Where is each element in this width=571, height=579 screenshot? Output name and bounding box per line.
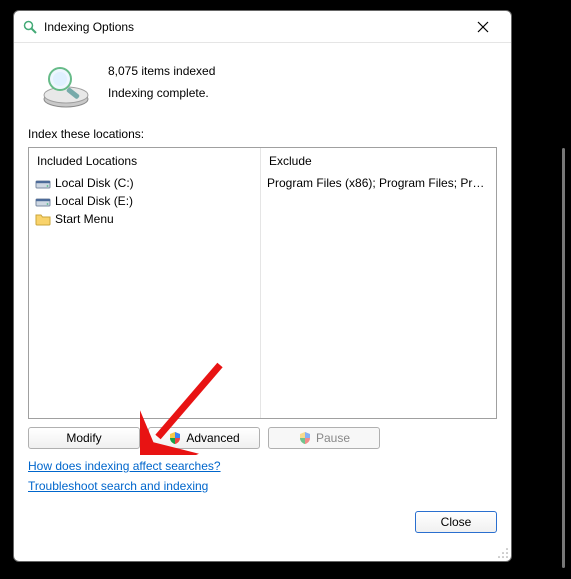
exclude-header: Exclude	[261, 148, 496, 174]
status-text: 8,075 items indexed Indexing complete.	[108, 59, 215, 104]
list-item[interactable]: Local Disk (C:)	[35, 174, 254, 192]
advanced-button-label: Advanced	[186, 431, 239, 445]
exclude-column: Exclude Program Files (x86); Program Fil…	[261, 148, 496, 418]
advanced-button[interactable]: Advanced	[148, 427, 260, 449]
included-column: Included Locations Local Disk (C:) Local …	[29, 148, 261, 418]
indexing-options-window: Indexing Options 8,075 items indexed	[13, 10, 512, 562]
footer: Close	[28, 511, 497, 533]
modify-button[interactable]: Modify	[28, 427, 140, 449]
titlebar: Indexing Options	[14, 11, 511, 43]
folder-icon	[35, 211, 51, 227]
how-indexing-link[interactable]: How does indexing affect searches?	[28, 459, 221, 473]
resize-grip-icon[interactable]	[497, 547, 509, 559]
close-icon[interactable]	[463, 13, 503, 41]
list-item-label: Program Files (x86); Program Files; Prog…	[267, 176, 487, 190]
disk-icon	[35, 175, 51, 191]
troubleshoot-link[interactable]: Troubleshoot search and indexing	[28, 479, 208, 493]
list-item[interactable]: Start Menu	[35, 210, 254, 228]
close-button-label: Close	[441, 515, 472, 529]
content-area: 8,075 items indexed Indexing complete. I…	[14, 43, 511, 561]
pause-button-label: Pause	[316, 431, 350, 445]
buttons-row: Modify Advanced	[28, 427, 497, 449]
shield-icon	[298, 431, 312, 445]
list-item[interactable]	[267, 210, 490, 228]
status-row: 8,075 items indexed Indexing complete.	[28, 53, 497, 121]
pause-button: Pause	[268, 427, 380, 449]
window-title: Indexing Options	[44, 20, 463, 34]
index-locations-label: Index these locations:	[28, 127, 497, 141]
modify-button-label: Modify	[66, 431, 101, 445]
shield-icon	[168, 431, 182, 445]
magnifier-disk-icon	[38, 61, 94, 109]
search-indexing-icon	[22, 19, 38, 35]
list-item[interactable]	[267, 192, 490, 210]
included-header: Included Locations	[29, 148, 260, 174]
list-item[interactable]: Local Disk (E:)	[35, 192, 254, 210]
help-links: How does indexing affect searches? Troub…	[28, 459, 497, 493]
items-indexed-count: 8,075 items indexed	[108, 61, 215, 83]
list-item-label: Start Menu	[55, 212, 114, 226]
list-item[interactable]: Program Files (x86); Program Files; Prog…	[267, 174, 490, 192]
disk-icon	[35, 193, 51, 209]
scrollbar-fragment	[562, 148, 565, 568]
locations-list: Included Locations Local Disk (C:) Local …	[28, 147, 497, 419]
close-button[interactable]: Close	[415, 511, 497, 533]
list-item-label: Local Disk (C:)	[55, 176, 134, 190]
indexing-state: Indexing complete.	[108, 83, 215, 105]
list-item-label: Local Disk (E:)	[55, 194, 133, 208]
